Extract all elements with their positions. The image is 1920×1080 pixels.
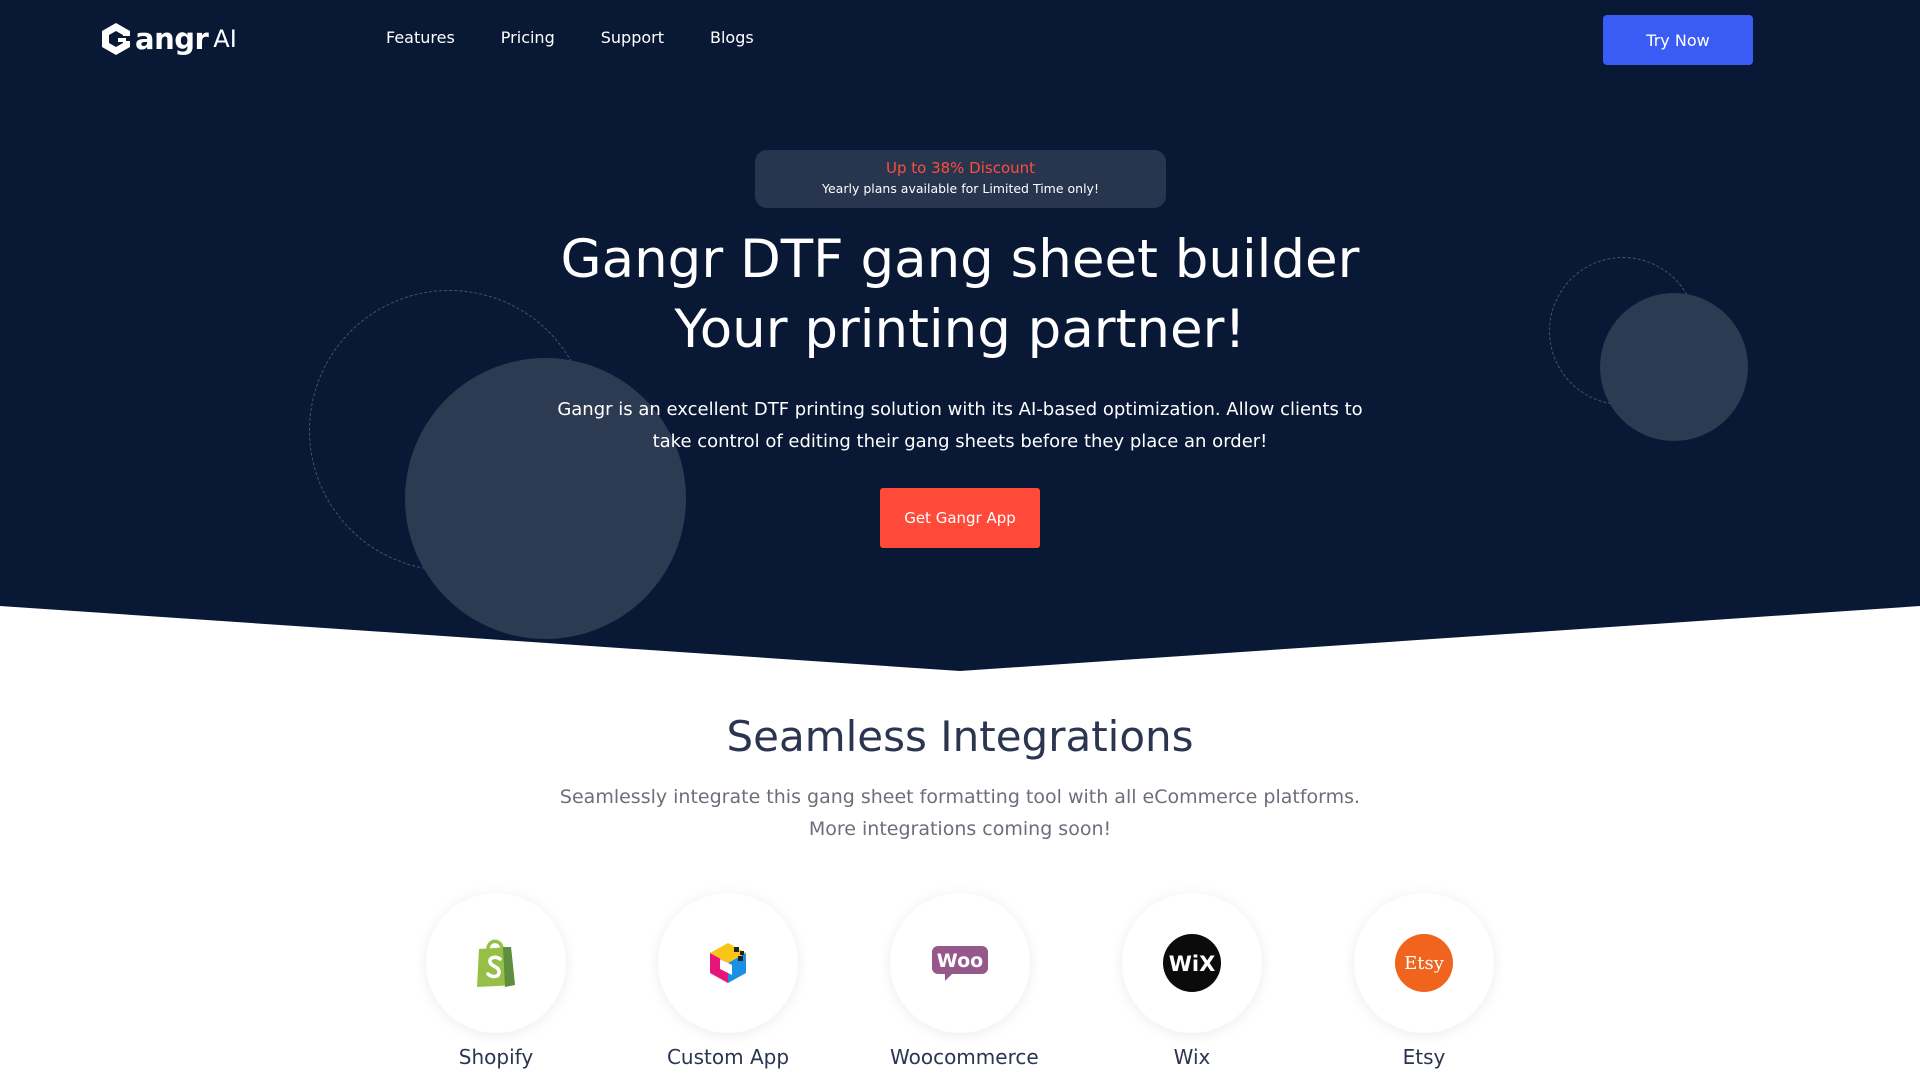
gangr-logo-icon (102, 23, 132, 55)
integration-label: Woocommerce (890, 1045, 1039, 1069)
integration-card[interactable]: WiX (1122, 893, 1262, 1033)
try-now-button[interactable]: Try Now (1603, 15, 1753, 65)
nav-link-support[interactable]: Support (601, 28, 664, 47)
wix-icon: WiX (1163, 934, 1221, 992)
etsy-icon: Etsy (1395, 934, 1453, 992)
logo-suffix: AI (213, 25, 237, 53)
hero-title-line-2: Your printing partner! (674, 299, 1246, 360)
hero-title-line-1: Gangr DTF gang sheet builder (560, 229, 1360, 290)
integration-label: Shopify (458, 1045, 534, 1069)
discount-badge-title: Up to 38% Discount (885, 159, 1036, 177)
svg-text:Etsy: Etsy (1404, 953, 1445, 974)
integration-card[interactable] (658, 893, 798, 1033)
integrations-title: Seamless Integrations (726, 712, 1194, 761)
nav-link-pricing[interactable]: Pricing (501, 28, 555, 47)
nav-link-blogs[interactable]: Blogs (710, 28, 754, 47)
svg-text:WiX: WiX (1169, 952, 1216, 976)
decorative-circle (1600, 293, 1748, 441)
nav-links: Features Pricing Support Blogs (386, 28, 800, 47)
shopify-icon (477, 939, 515, 987)
integration-card[interactable]: Woo (890, 893, 1030, 1033)
integration-woocommerce: Woo Woocommerce (890, 893, 1039, 1069)
integration-shopify: Shopify (426, 893, 566, 1069)
nav-link-features[interactable]: Features (386, 28, 455, 47)
integration-label: Wix (1173, 1045, 1211, 1069)
integration-card[interactable]: Etsy (1354, 893, 1494, 1033)
integration-label: Etsy (1402, 1045, 1446, 1069)
discount-badge-subtitle: Yearly plans available for Limited Time … (822, 181, 1099, 196)
svg-text:Woo: Woo (937, 950, 983, 972)
integration-etsy: Etsy Etsy (1354, 893, 1494, 1069)
get-gangr-app-button[interactable]: Get Gangr App (880, 488, 1040, 548)
integration-card[interactable] (426, 893, 566, 1033)
logo-text: angr (135, 22, 209, 56)
top-navigation: angr AI Features Pricing Support Blogs T… (0, 0, 1920, 80)
custom-app-icon (710, 943, 746, 983)
hero-description: Gangr is an excellent DTF printing solut… (557, 399, 1363, 452)
discount-badge: Up to 38% Discount Yearly plans availabl… (755, 150, 1166, 208)
hero-title: Gangr DTF gang sheet builder Your printi… (460, 225, 1460, 365)
integration-custom-app: Custom App (658, 893, 798, 1069)
integration-label: Custom App (666, 1045, 790, 1069)
integrations-description: Seamlessly integrate this gang sheet for… (559, 786, 1361, 840)
site-logo[interactable]: angr AI (98, 20, 237, 58)
woocommerce-icon: Woo (932, 946, 988, 981)
integration-wix: WiX Wix (1122, 893, 1262, 1069)
